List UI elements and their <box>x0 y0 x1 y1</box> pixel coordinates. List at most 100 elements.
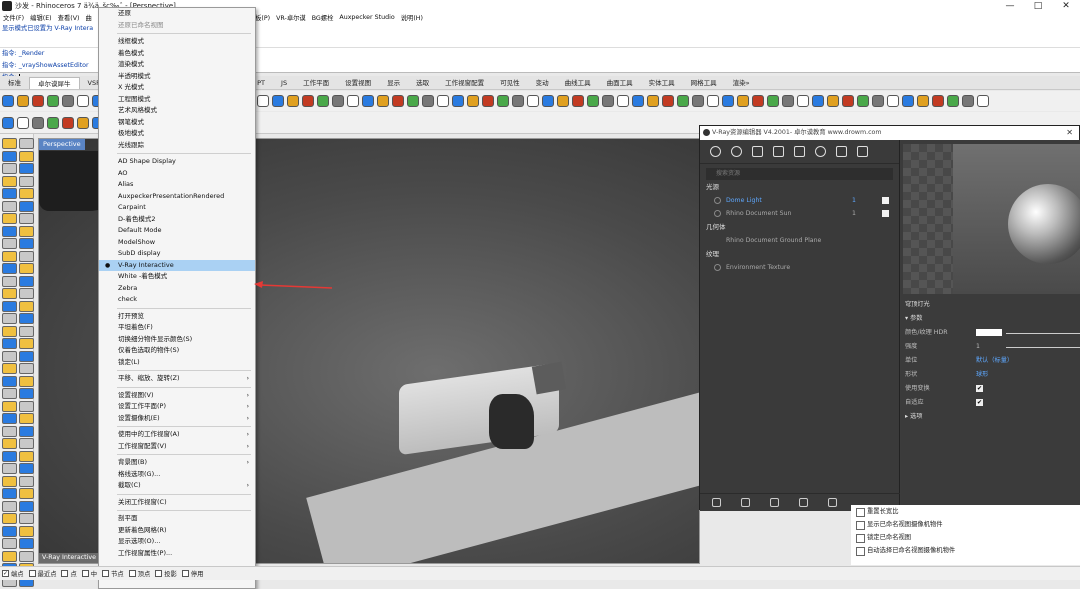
light-enable-checkbox[interactable] <box>882 197 889 204</box>
tool-icon[interactable] <box>467 95 479 107</box>
tool-icon[interactable] <box>347 95 359 107</box>
tool-icon[interactable] <box>2 438 17 449</box>
tool-icon[interactable] <box>2 475 17 487</box>
tool-icon[interactable] <box>287 95 299 107</box>
tool-icon[interactable] <box>302 95 314 107</box>
tool-icon[interactable] <box>18 550 34 562</box>
tool-icon[interactable] <box>18 350 34 362</box>
tool-icon[interactable] <box>18 175 34 187</box>
tool-icon[interactable] <box>18 225 34 237</box>
light-item[interactable]: Rhino Document Sun 1 <box>700 207 899 220</box>
shape-dropdown[interactable]: 球形 <box>976 368 988 382</box>
frame-buffer-icon[interactable] <box>857 146 868 157</box>
tool-icon[interactable] <box>18 150 34 162</box>
toolbar-tab[interactable]: 渲染» <box>725 77 758 89</box>
tool-icon[interactable] <box>62 116 74 129</box>
minimize-button[interactable]: — <box>996 0 1024 12</box>
context-menu-item[interactable]: 关闭工作视窗(C) <box>99 497 255 509</box>
context-menu-item[interactable]: 钢笔模式 <box>99 117 255 129</box>
toolbar-tab[interactable]: 显示 <box>379 77 408 89</box>
tool-icon[interactable] <box>2 375 17 387</box>
context-menu-item[interactable]: AuxpeckerPresentationRendered <box>99 191 255 203</box>
tool-icon[interactable] <box>2 238 17 249</box>
tool-icon[interactable] <box>2 250 17 262</box>
tool-icon[interactable] <box>782 95 794 107</box>
osnap-checkbox[interactable] <box>28 570 36 577</box>
tool-icon[interactable] <box>18 138 34 149</box>
tool-icon[interactable] <box>2 116 14 129</box>
tool-icon[interactable] <box>512 95 524 107</box>
tool-icon[interactable] <box>2 313 17 324</box>
tool-icon[interactable] <box>2 300 17 312</box>
viewport-title-tab[interactable]: Perspective <box>39 139 85 150</box>
tool-icon[interactable] <box>2 350 17 362</box>
osnap-checkbox[interactable]: ✓ <box>2 570 9 577</box>
tool-icon[interactable] <box>647 95 659 107</box>
context-menu-item[interactable]: White -着色模式 <box>99 271 255 283</box>
tool-icon[interactable] <box>917 95 929 107</box>
context-menu-item[interactable]: 还原 <box>99 8 255 20</box>
vray-close-button[interactable]: ✕ <box>1066 126 1073 140</box>
tool-icon[interactable] <box>557 95 569 107</box>
context-menu-item[interactable]: 设置摄像机(E) › <box>99 413 255 425</box>
maximize-button[interactable]: □ <box>1024 0 1052 12</box>
context-menu-item[interactable]: 截取(C) › <box>99 480 255 492</box>
context-menu-item[interactable]: check <box>99 294 255 306</box>
tool-icon[interactable] <box>2 500 17 512</box>
tool-icon[interactable] <box>18 300 34 312</box>
context-menu-item[interactable]: 设置视图(V) › <box>99 390 255 402</box>
tool-icon[interactable] <box>2 400 17 412</box>
tool-icon[interactable] <box>872 95 884 107</box>
toolbar-tab[interactable]: 实体工具 <box>641 77 683 89</box>
toolbar-tab[interactable]: 曲线工具 <box>557 77 599 89</box>
tool-icon[interactable] <box>2 275 17 287</box>
vray-search-input[interactable]: 搜索资源 <box>706 168 893 180</box>
osnap-toggle[interactable]: 节点 <box>102 569 124 578</box>
menu-item[interactable]: Auxpecker Studio <box>336 14 397 21</box>
tool-icon[interactable] <box>422 95 434 107</box>
tool-icon[interactable] <box>932 95 944 107</box>
tool-icon[interactable] <box>2 95 14 107</box>
context-menu-item[interactable]: Zebra <box>99 283 255 295</box>
tool-icon[interactable] <box>2 538 17 549</box>
tool-icon[interactable] <box>317 95 329 107</box>
tool-icon[interactable] <box>2 413 17 424</box>
context-menu-item[interactable]: Carpaint <box>99 202 255 214</box>
toolbar-tab[interactable]: 可见性 <box>492 77 528 89</box>
add-asset-icon[interactable] <box>712 498 721 507</box>
tool-icon[interactable] <box>32 95 44 107</box>
tool-icon[interactable] <box>2 163 17 174</box>
tool-icon[interactable] <box>18 238 34 249</box>
invisible-checkbox[interactable]: ✔ <box>976 385 983 392</box>
tool-icon[interactable] <box>257 95 269 107</box>
tool-icon[interactable] <box>18 525 34 537</box>
tool-icon[interactable] <box>2 450 17 462</box>
context-menu-item[interactable]: Default Mode <box>99 225 255 237</box>
open-folder-icon[interactable] <box>741 498 750 507</box>
menu-item[interactable]: 曲 <box>82 13 94 22</box>
tool-icon[interactable] <box>692 95 704 107</box>
osnap-toggle[interactable]: 投影 <box>155 569 177 578</box>
toolbar-tab[interactable]: 曲面工具 <box>599 77 641 89</box>
tool-icon[interactable] <box>2 363 17 374</box>
options-rollout[interactable]: ▸ 选项 <box>901 410 1080 424</box>
tool-icon[interactable] <box>572 95 584 107</box>
tool-icon[interactable] <box>18 250 34 262</box>
tool-icon[interactable] <box>2 213 17 224</box>
tool-icon[interactable] <box>2 188 17 199</box>
tool-icon[interactable] <box>32 116 44 129</box>
tool-icon[interactable] <box>602 95 614 107</box>
menu-item[interactable]: 查看(V) <box>55 13 83 22</box>
tool-icon[interactable] <box>2 288 17 299</box>
tool-icon[interactable] <box>18 513 34 524</box>
tool-icon[interactable] <box>677 95 689 107</box>
osnap-toggle[interactable]: 停用 <box>181 569 203 578</box>
context-menu-item[interactable]: AO <box>99 168 255 180</box>
tool-icon[interactable] <box>18 450 34 462</box>
tool-icon[interactable] <box>497 95 509 107</box>
tool-icon[interactable] <box>407 95 419 107</box>
affect-checkbox[interactable]: ✔ <box>976 399 983 406</box>
context-menu-item[interactable]: 背景图(B) › <box>99 457 255 469</box>
tool-icon[interactable] <box>18 488 34 499</box>
tool-icon[interactable] <box>2 425 17 437</box>
